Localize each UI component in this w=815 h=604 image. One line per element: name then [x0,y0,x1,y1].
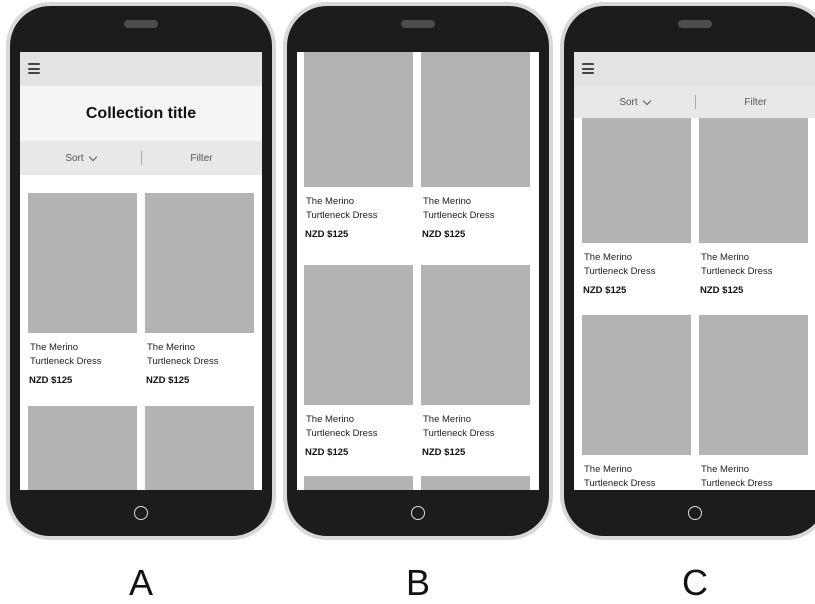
product-name[interactable]: The Merino Turtleneck Dress [582,463,691,490]
sort-filter-bar: Sort Filter [20,141,262,175]
product-name[interactable]: The Merino Turtleneck Dress [582,251,691,279]
product-price: NZD $125 [146,375,190,386]
product-card[interactable]: The Merino Turtleneck Dress NZD $125 [304,52,413,240]
product-name[interactable]: The Merino Turtleneck Dress [304,195,413,223]
product-name[interactable]: The Merino Turtleneck Dress [145,341,254,369]
product-card[interactable] [28,406,137,490]
product-name[interactable]: The Merino Turtleneck Dress [699,251,808,279]
product-name[interactable]: The Merino Turtleneck Dress [421,195,530,223]
product-name[interactable]: The Merino Turtleneck Dress [28,341,137,369]
product-card[interactable]: The Merino Turtleneck Dress NZD $125 [145,193,254,386]
product-image[interactable] [304,265,413,405]
phone-speaker [124,20,158,28]
product-card[interactable] [145,406,254,490]
product-price: NZD $125 [583,285,627,296]
product-image[interactable] [28,406,137,490]
product-name[interactable]: The Merino Turtleneck Dress [699,463,808,490]
product-image[interactable] [699,102,808,243]
product-card[interactable] [421,476,530,490]
menu-bar [20,52,262,86]
product-card[interactable]: The Merino Turtleneck Dress [699,315,808,490]
phone-c-screen: The Merino Turtleneck Dress NZD $125 The … [574,52,815,490]
product-card[interactable] [304,476,413,490]
product-price: NZD $125 [305,229,349,240]
product-card[interactable]: The Merino Turtleneck Dress NZD $125 [699,102,808,296]
filter-label: Filter [744,96,767,108]
chevron-down-icon [88,152,97,161]
product-image[interactable] [582,315,691,455]
menu-bar [574,52,815,86]
product-image[interactable] [421,265,530,405]
phone-b-screen: The Merino Turtleneck Dress NZD $125 The … [297,52,539,490]
product-card[interactable]: The Merino Turtleneck Dress NZD $125 [582,102,691,296]
filter-label: Filter [190,152,213,164]
label-c: C [682,562,708,603]
home-button-icon[interactable] [688,506,702,520]
product-image[interactable] [421,52,530,187]
phone-b: The Merino Turtleneck Dress NZD $125 The … [287,6,549,536]
product-card[interactable]: The Merino Turtleneck Dress NZD $125 [421,52,530,240]
sort-button[interactable]: Sort [20,141,141,175]
product-price: NZD $125 [422,229,466,240]
product-image[interactable] [421,476,530,490]
product-card[interactable]: The Merino Turtleneck Dress [582,315,691,490]
product-card[interactable]: The Merino Turtleneck Dress NZD $125 [304,265,413,458]
product-price: NZD $125 [700,285,744,296]
collection-title: Collection title [20,86,262,141]
phone-speaker [401,20,435,28]
product-card[interactable]: The Merino Turtleneck Dress NZD $125 [28,193,137,386]
label-a: A [128,562,154,603]
product-name[interactable]: The Merino Turtleneck Dress [304,413,413,441]
product-image[interactable] [582,102,691,243]
hamburger-menu-icon[interactable] [582,63,594,74]
phone-a: Collection title Sort Filter The Merino T… [10,6,272,536]
product-image[interactable] [304,476,413,490]
phone-speaker [678,20,712,28]
product-image[interactable] [304,52,413,187]
filter-button[interactable]: Filter [695,86,815,118]
product-image[interactable] [28,193,137,333]
sort-label: Sort [619,96,638,108]
product-image[interactable] [699,315,808,455]
product-price: NZD $125 [422,447,466,458]
filter-button[interactable]: Filter [141,141,262,175]
phone-c: The Merino Turtleneck Dress NZD $125 The … [564,6,815,536]
home-button-icon[interactable] [134,506,148,520]
sort-button[interactable]: Sort [574,86,695,118]
product-card[interactable]: The Merino Turtleneck Dress NZD $125 [421,265,530,458]
label-b: B [405,562,431,603]
phone-a-screen: Collection title Sort Filter The Merino T… [20,52,262,490]
hamburger-menu-icon[interactable] [28,63,40,74]
product-price: NZD $125 [305,447,349,458]
chevron-down-icon [642,96,651,105]
home-button-icon[interactable] [411,506,425,520]
sort-label: Sort [65,152,84,164]
product-image[interactable] [145,193,254,333]
product-price: NZD $125 [29,375,73,386]
product-name[interactable]: The Merino Turtleneck Dress [421,413,530,441]
sort-filter-bar: Sort Filter [574,86,815,118]
product-image[interactable] [145,406,254,490]
